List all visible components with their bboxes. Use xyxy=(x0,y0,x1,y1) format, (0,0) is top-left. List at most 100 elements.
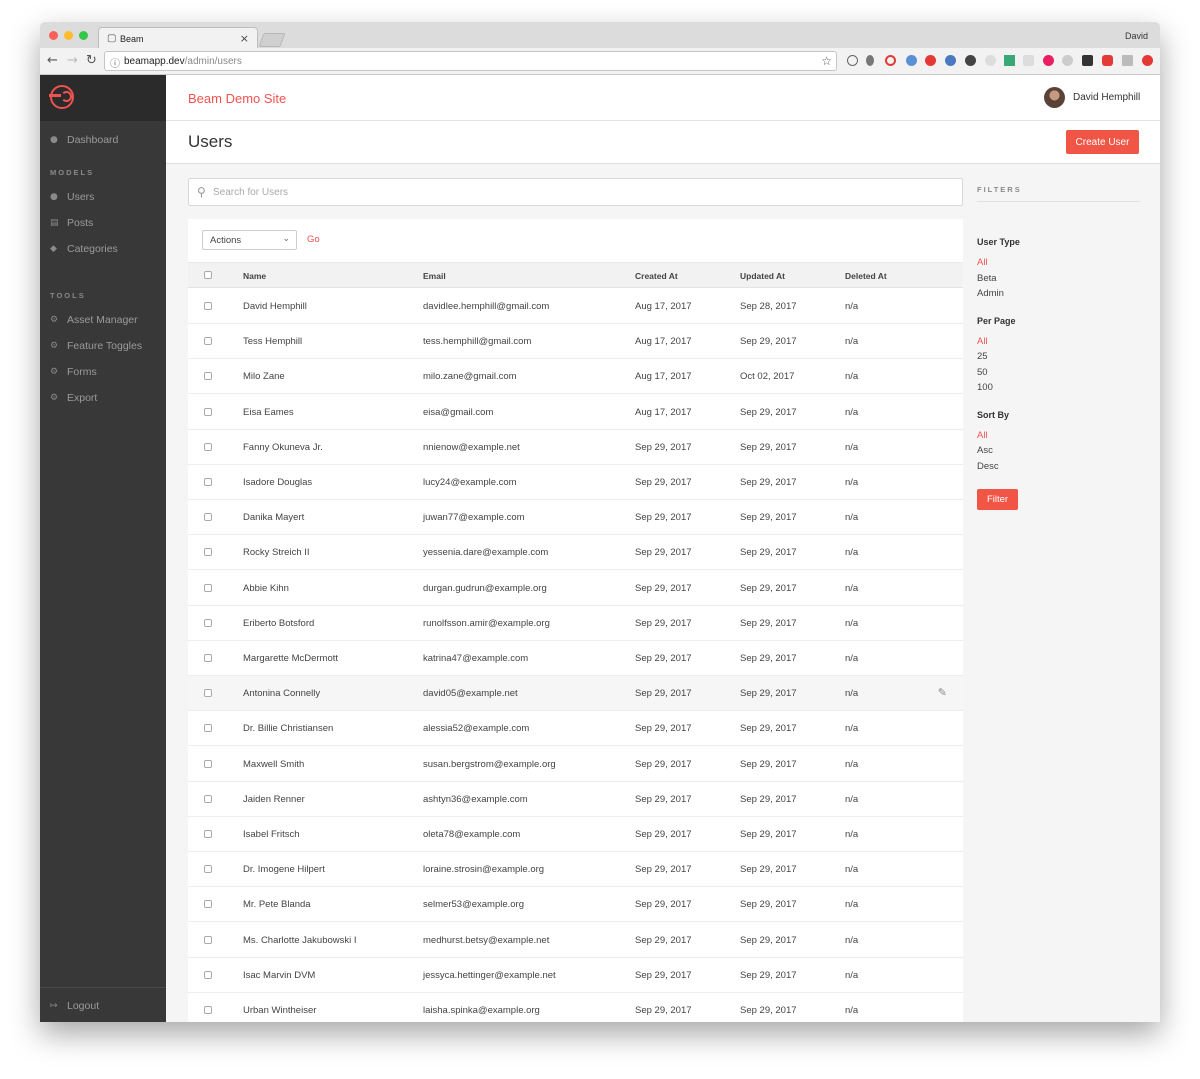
row-checkbox[interactable] xyxy=(204,654,212,662)
close-window-button[interactable] xyxy=(49,31,58,40)
table-row[interactable]: Tess Hemphill tess.hemphill@gmail.com Aug … xyxy=(188,324,963,360)
bookmark-star-icon[interactable]: ☆ xyxy=(821,54,832,68)
extension-icon[interactable] xyxy=(1142,55,1153,66)
extension-icon[interactable] xyxy=(1004,55,1015,66)
filter-option-user-type-beta[interactable]: Beta xyxy=(977,273,997,284)
search-input[interactable] xyxy=(213,180,953,204)
sidebar-item-users[interactable]: ● Users xyxy=(50,191,94,203)
extension-icon[interactable] xyxy=(847,55,858,66)
beam-logo-icon[interactable] xyxy=(49,85,74,109)
row-checkbox[interactable] xyxy=(204,1006,212,1014)
sidebar-item-feature-toggles[interactable]: ⚙ Feature Toggles xyxy=(50,340,142,352)
edit-pencil-icon[interactable]: ✎ xyxy=(938,686,947,699)
info-icon[interactable]: ⓘ xyxy=(110,55,120,70)
extension-icon[interactable] xyxy=(965,55,976,66)
row-checkbox[interactable] xyxy=(204,830,212,838)
table-row[interactable]: Rocky Streich II yessenia.dare@example.co… xyxy=(188,535,963,571)
column-header-email[interactable]: Email xyxy=(423,271,446,281)
column-header-deleted-at[interactable]: Deleted At xyxy=(845,271,887,281)
table-row[interactable]: Mr. Pete Blanda selmer53@example.org Sep 2… xyxy=(188,887,963,923)
sidebar-item-posts[interactable]: ▤ Posts xyxy=(50,217,93,229)
sidebar-item-export[interactable]: ⚙ Export xyxy=(50,392,97,404)
extension-icon[interactable] xyxy=(1062,55,1073,66)
table-row[interactable]: Dr. Imogene Hilpert loraine.strosin@examp… xyxy=(188,852,963,888)
row-checkbox[interactable] xyxy=(204,759,212,768)
table-row[interactable]: Danika Mayert juwan77@example.com Sep 29, … xyxy=(188,500,963,536)
forward-arrow-icon[interactable]: → xyxy=(67,53,78,68)
row-checkbox[interactable] xyxy=(204,513,212,522)
extension-icon[interactable] xyxy=(1043,55,1054,66)
table-row[interactable]: Dr. Billie Christiansen alessia52@example… xyxy=(188,711,963,747)
row-checkbox[interactable] xyxy=(204,689,212,698)
sidebar-item-categories[interactable]: ◆ Categories xyxy=(50,243,118,255)
sidebar-item-logout[interactable]: ↦ Logout xyxy=(50,1000,99,1012)
filter-option-per-page-50[interactable]: 50 xyxy=(977,367,988,378)
minimize-window-button[interactable] xyxy=(64,31,73,40)
actions-select[interactable]: Actions ⌄ xyxy=(202,230,297,250)
extension-icon[interactable] xyxy=(1102,55,1113,66)
avatar[interactable] xyxy=(1044,87,1065,108)
site-title[interactable]: Beam Demo Site xyxy=(188,91,286,106)
browser-tab[interactable]: ▢ Beam × xyxy=(98,27,258,49)
row-checkbox[interactable] xyxy=(204,407,212,416)
reload-icon[interactable]: ↻ xyxy=(86,53,97,68)
address-bar[interactable]: ⓘ beamapp.dev/admin/users ☆ xyxy=(104,51,837,71)
row-checkbox[interactable] xyxy=(204,935,212,944)
filter-option-per-page-100[interactable]: 100 xyxy=(977,382,993,393)
extension-icon[interactable] xyxy=(866,55,874,66)
table-row[interactable]: Margarette McDermott katrina47@example.co… xyxy=(188,641,963,676)
filter-option-sort-asc[interactable]: Asc xyxy=(977,445,993,456)
row-checkbox[interactable] xyxy=(204,337,212,346)
filter-option-sort-all[interactable]: All xyxy=(977,430,988,441)
filter-option-sort-desc[interactable]: Desc xyxy=(977,461,999,472)
table-row[interactable]: Abbie Kihn durgan.gudrun@example.org Sep 2… xyxy=(188,571,963,606)
table-row[interactable]: Jaiden Renner ashtyn36@example.com Sep 29,… xyxy=(188,782,963,817)
column-header-updated-at[interactable]: Updated At xyxy=(740,271,785,281)
table-row[interactable]: Isac Marvin DVM jessyca.hettinger@example… xyxy=(188,958,963,993)
go-button[interactable]: Go xyxy=(307,234,320,245)
table-row[interactable]: Antonina Connelly david05@example.net Sep … xyxy=(188,676,963,712)
table-row[interactable]: Maxwell Smith susan.bergstrom@example.org… xyxy=(188,747,963,782)
table-row[interactable]: Ms. Charlotte Jakubowski I medhurst.betsy… xyxy=(188,923,963,958)
extension-icon[interactable] xyxy=(1082,55,1093,66)
close-tab-icon[interactable]: × xyxy=(240,32,249,45)
maximize-window-button[interactable] xyxy=(79,31,88,40)
create-user-button[interactable]: Create User xyxy=(1066,130,1139,154)
row-checkbox[interactable] xyxy=(204,618,212,627)
back-arrow-icon[interactable]: ← xyxy=(47,53,58,68)
sidebar-item-dashboard[interactable]: ● Dashboard xyxy=(50,134,118,146)
row-checkbox[interactable] xyxy=(204,548,212,557)
row-checkbox[interactable] xyxy=(204,442,212,451)
select-all-checkbox[interactable] xyxy=(204,271,212,279)
extension-icon[interactable] xyxy=(1023,55,1034,66)
column-header-name[interactable]: Name xyxy=(243,271,266,281)
filter-option-user-type-all[interactable]: All xyxy=(977,257,988,268)
column-header-created-at[interactable]: Created At xyxy=(635,271,678,281)
extension-icon[interactable] xyxy=(885,55,896,66)
row-checkbox[interactable] xyxy=(204,900,212,909)
row-checkbox[interactable] xyxy=(204,794,212,803)
sidebar-item-forms[interactable]: ⚙ Forms xyxy=(50,366,97,378)
url-text[interactable]: beamapp.dev/admin/users xyxy=(124,56,242,67)
extension-icon[interactable] xyxy=(985,55,996,66)
user-name[interactable]: David Hemphill xyxy=(1073,92,1140,103)
table-row[interactable]: David Hemphill davidlee.hemphill@gmail.co… xyxy=(188,289,963,324)
row-checkbox[interactable] xyxy=(204,970,212,979)
table-row[interactable]: Isadore Douglas lucy24@example.com Sep 29,… xyxy=(188,465,963,500)
row-checkbox[interactable] xyxy=(204,302,212,310)
table-row[interactable]: Milo Zane milo.zane@gmail.com Aug 17, 2017… xyxy=(188,359,963,395)
new-tab-button[interactable] xyxy=(258,33,286,47)
filter-option-user-type-admin[interactable]: Admin xyxy=(977,288,1004,299)
filter-option-per-page-25[interactable]: 25 xyxy=(977,351,988,362)
row-checkbox[interactable] xyxy=(204,724,212,733)
table-row[interactable]: Eisa Eames eisa@gmail.com Aug 17, 2017 Sep … xyxy=(188,395,963,430)
extension-icon[interactable] xyxy=(1122,55,1133,66)
filter-option-per-page-all[interactable]: All xyxy=(977,336,988,347)
extension-icon[interactable] xyxy=(925,55,936,66)
filter-button[interactable]: Filter xyxy=(977,489,1018,510)
extension-icon[interactable] xyxy=(945,55,956,66)
table-row[interactable]: Fanny Okuneva Jr. nnienow@example.net Sep … xyxy=(188,430,963,465)
table-row[interactable]: Urban Wintheiser laisha.spinka@example.or… xyxy=(188,993,963,1022)
browser-profile[interactable]: David xyxy=(1125,31,1148,41)
row-checkbox[interactable] xyxy=(204,478,212,486)
